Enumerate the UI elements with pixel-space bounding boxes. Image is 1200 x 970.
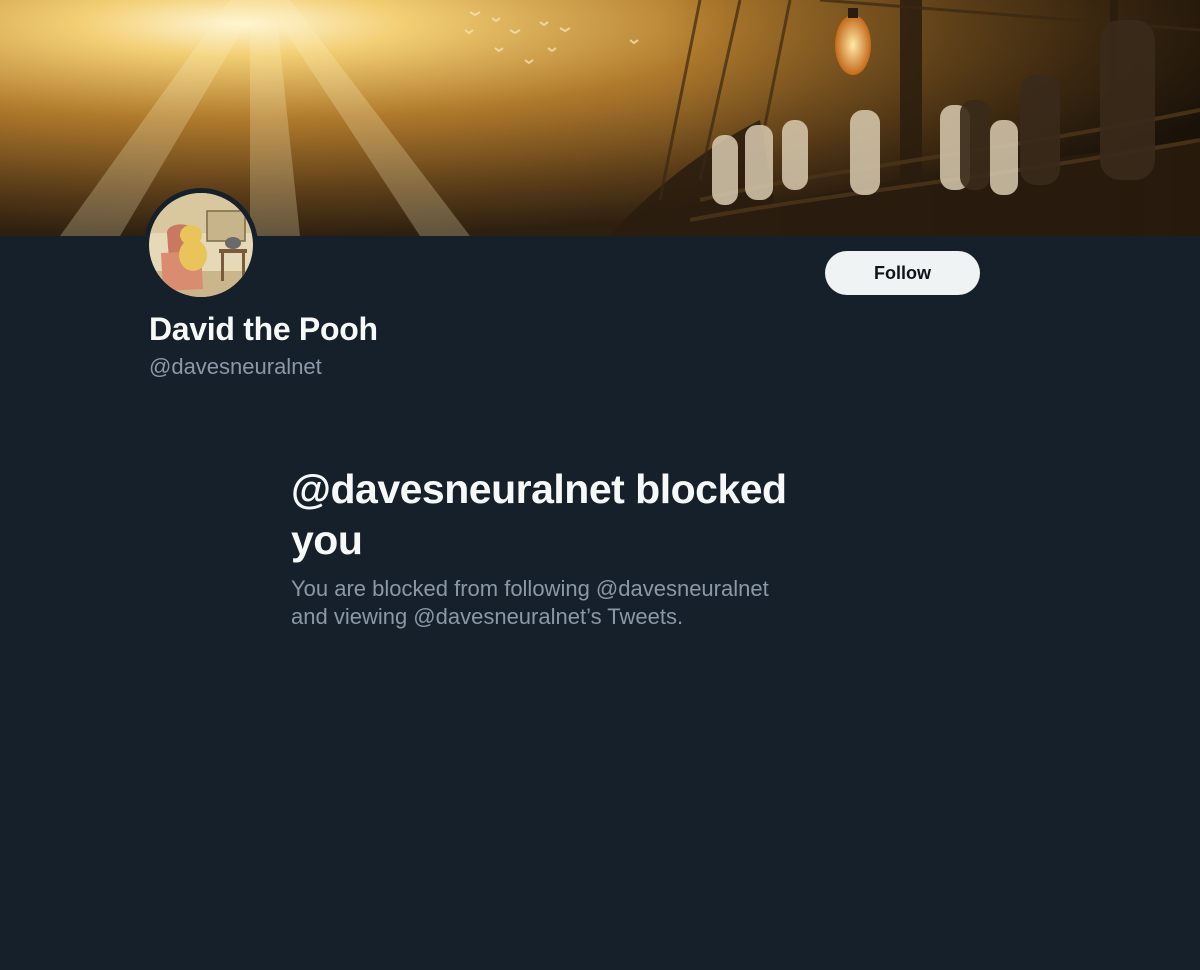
blocked-title: @davesneuralnet blocked you — [291, 466, 787, 563]
profile-page: Follow David the Pooh @davesneuralnet @d… — [0, 0, 1200, 970]
avatar-image — [149, 193, 253, 297]
follow-button[interactable]: Follow — [825, 251, 980, 295]
avatar[interactable] — [144, 188, 258, 302]
profile-handle: @davesneuralnet — [149, 354, 322, 379]
profile-display-name: David the Pooh — [149, 311, 378, 347]
blocked-description: You are blocked from following @davesneu… — [291, 576, 769, 629]
